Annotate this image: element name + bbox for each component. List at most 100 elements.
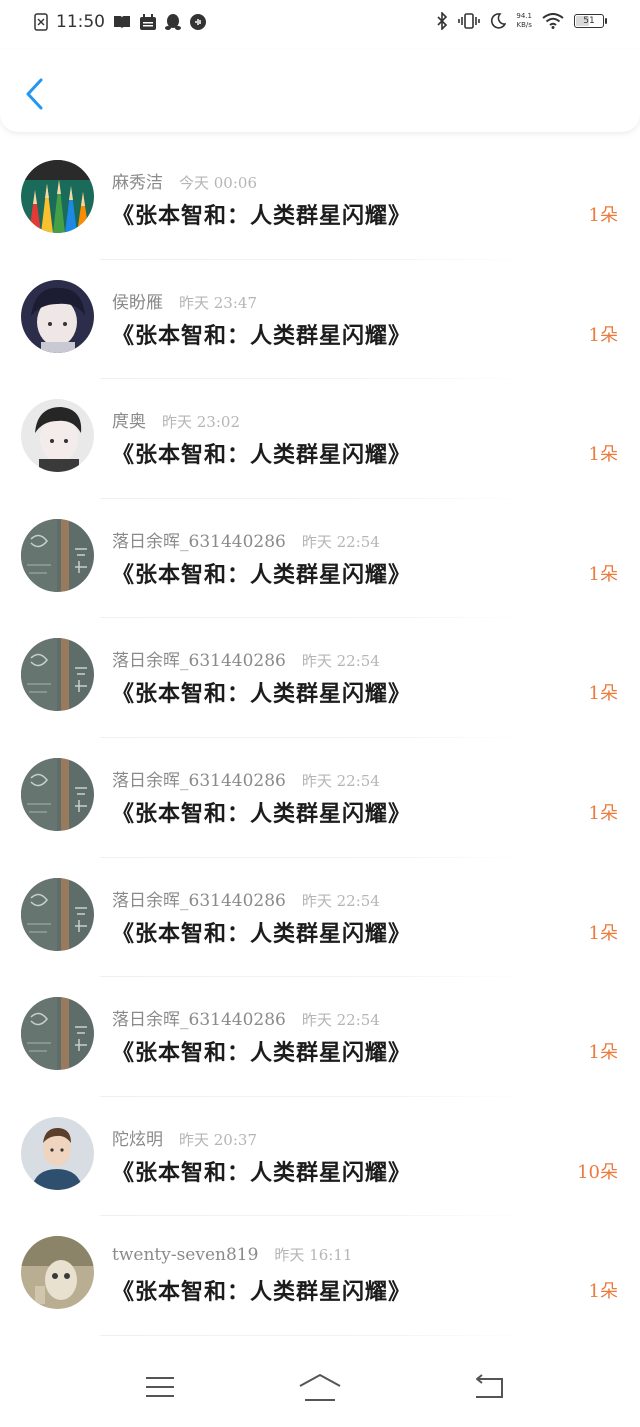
timestamp: 今天 00:06 <box>179 174 257 192</box>
user-name: 麻秀洁 <box>112 173 163 193</box>
user-name: 庹奥 <box>112 412 146 433</box>
avatar-image <box>21 160 94 233</box>
sim-off-icon <box>34 13 48 31</box>
article-title: 《张本智和：人类群星闪耀》 <box>112 322 412 349</box>
list-item[interactable]: 陀炫明 昨天 20:37 《张本智和：人类群星闪耀》 10朵 <box>0 1097 640 1217</box>
avatar[interactable] <box>21 518 94 592</box>
qq-penguin-icon <box>165 13 181 31</box>
user-name: 落日余晖_631440286 <box>112 890 286 911</box>
flower-count: 1朵 <box>588 324 618 346</box>
article-title: 《张本智和：人类群星闪耀》 <box>112 681 412 708</box>
bluetooth-icon <box>436 12 448 30</box>
list-item[interactable]: 落日余晖_631440286 昨天 22:54 《张本智和：人类群星闪耀》 1朵 <box>0 618 640 738</box>
article-title: 《张本智和：人类群星闪耀》 <box>112 1159 412 1186</box>
avatar[interactable] <box>21 1236 94 1310</box>
voice-app-icon <box>189 13 207 31</box>
article-title: 《张本智和：人类群星闪耀》 <box>112 1279 412 1306</box>
timestamp: 昨天 23:02 <box>162 413 240 432</box>
user-name: 落日余晖_631440286 <box>112 531 286 552</box>
avatar[interactable] <box>21 877 94 951</box>
status-bar-left: 11:50 <box>34 12 207 32</box>
list-item[interactable]: twenty-seven819 昨天 16:11 《张本智和：人类群星闪耀》 1朵 <box>0 1216 640 1336</box>
article-title: 《张本智和：人类群星闪耀》 <box>112 203 412 229</box>
net-speed-value: 94.1 <box>516 12 532 20</box>
name-line: 落日余晖_631440286 昨天 22:54 <box>112 766 380 791</box>
avatar-image <box>21 1236 94 1310</box>
name-line: 落日余晖_631440286 昨天 22:54 <box>112 646 380 671</box>
net-speed: 94.1 KB/s <box>516 12 532 30</box>
avatar-image <box>21 997 94 1071</box>
timestamp: 昨天 23:47 <box>179 293 257 312</box>
timestamp: 昨天 22:54 <box>301 652 380 671</box>
flower-count: 1朵 <box>588 205 618 226</box>
flower-count: 10朵 <box>577 1161 618 1183</box>
moon-icon <box>490 13 507 29</box>
avatar-image <box>21 518 94 592</box>
back-icon <box>470 1374 506 1404</box>
flower-count: 1朵 <box>588 802 618 824</box>
timestamp: 昨天 22:54 <box>301 891 380 910</box>
avatar-image <box>21 877 94 951</box>
name-line: 落日余晖_631440286 昨天 22:54 <box>112 886 380 911</box>
avatar-image <box>21 638 94 712</box>
avatar[interactable] <box>21 638 94 712</box>
list-item[interactable]: 侯盼雁 昨天 23:47 《张本智和：人类群星闪耀》 1朵 <box>0 260 640 380</box>
timestamp: 昨天 22:54 <box>301 771 380 790</box>
timestamp: 昨天 22:54 <box>301 1011 380 1030</box>
timestamp: 昨天 20:37 <box>179 1130 257 1149</box>
list-item[interactable]: 落日余晖_631440286 昨天 22:54 《张本智和：人类群星闪耀》 1朵 <box>0 977 640 1097</box>
status-bar: 11:50 94.1 KB/s 51 <box>0 0 640 50</box>
menu-button[interactable] <box>138 1371 182 1407</box>
flower-count: 1朵 <box>588 1042 618 1064</box>
article-title: 《张本智和：人类群星闪耀》 <box>112 442 412 469</box>
list-item[interactable]: 庹奥 昨天 23:02 《张本智和：人类群星闪耀》 1朵 <box>0 379 640 499</box>
timestamp: 昨天 16:11 <box>274 1246 353 1265</box>
user-name: 陀炫明 <box>112 1129 163 1150</box>
avatar[interactable] <box>21 757 94 831</box>
system-nav-bar <box>0 1355 640 1427</box>
chevron-left-icon <box>24 77 46 115</box>
home-button[interactable] <box>298 1371 342 1407</box>
menu-icon <box>144 1375 176 1403</box>
user-name: 侯盼雁 <box>112 292 163 313</box>
list-item[interactable]: 落日余晖_631440286 昨天 22:54 《张本智和：人类群星闪耀》 1朵 <box>0 499 640 619</box>
user-name: 落日余晖_631440286 <box>112 1010 286 1031</box>
book-icon <box>113 14 131 30</box>
wifi-icon <box>542 13 564 29</box>
battery-level: 51 <box>583 16 595 26</box>
list-item[interactable]: 麻秀洁 今天 00:06 《张本智和：人类群星闪耀》 1朵 <box>0 140 640 260</box>
list-item[interactable]: 落日余晖_631440286 昨天 22:54 《张本智和：人类群星闪耀》 1朵 <box>0 858 640 978</box>
timestamp: 昨天 22:54 <box>301 532 380 551</box>
status-bar-right: 94.1 KB/s 51 <box>436 12 607 30</box>
article-title: 《张本智和：人类群星闪耀》 <box>112 800 412 827</box>
list-item[interactable]: 落日余晖_631440286 昨天 22:54 《张本智和：人类群星闪耀》 1朵 <box>0 738 640 858</box>
nav-header <box>0 50 640 132</box>
back-button[interactable] <box>18 76 52 116</box>
name-line: 陀炫明 昨天 20:37 <box>112 1125 257 1150</box>
name-line: twenty-seven819 昨天 16:11 <box>112 1244 352 1265</box>
status-time: 11:50 <box>56 12 105 32</box>
name-line: 落日余晖_631440286 昨天 22:54 <box>112 1005 380 1030</box>
name-line: 落日余晖_631440286 昨天 22:54 <box>112 527 380 552</box>
article-title: 《张本智和：人类群星闪耀》 <box>112 561 412 588</box>
flower-count: 1朵 <box>588 683 618 705</box>
gift-list: 麻秀洁 今天 00:06 《张本智和：人类群星闪耀》 1朵 侯盼雁 昨天 23:47… <box>0 140 640 1336</box>
user-name: twenty-seven819 <box>112 1245 259 1266</box>
avatar[interactable] <box>21 997 94 1071</box>
article-title: 《张本智和：人类群星闪耀》 <box>112 920 412 947</box>
avatar[interactable] <box>21 1116 94 1190</box>
divider <box>100 1334 530 1336</box>
flower-count: 1朵 <box>588 444 618 466</box>
calendar-icon <box>139 13 157 31</box>
name-line: 庹奥 昨天 23:02 <box>112 407 240 432</box>
name-line: 麻秀洁 今天 00:06 <box>112 168 257 193</box>
avatar[interactable] <box>21 160 94 233</box>
avatar-image <box>21 279 94 353</box>
avatar[interactable] <box>21 279 94 353</box>
avatar-image <box>21 757 94 831</box>
flower-count: 1朵 <box>588 563 618 585</box>
name-line: 侯盼雁 昨天 23:47 <box>112 288 257 313</box>
avatar[interactable] <box>21 399 94 473</box>
nav-back-button[interactable] <box>466 1371 510 1407</box>
user-name: 落日余晖_631440286 <box>112 651 286 672</box>
